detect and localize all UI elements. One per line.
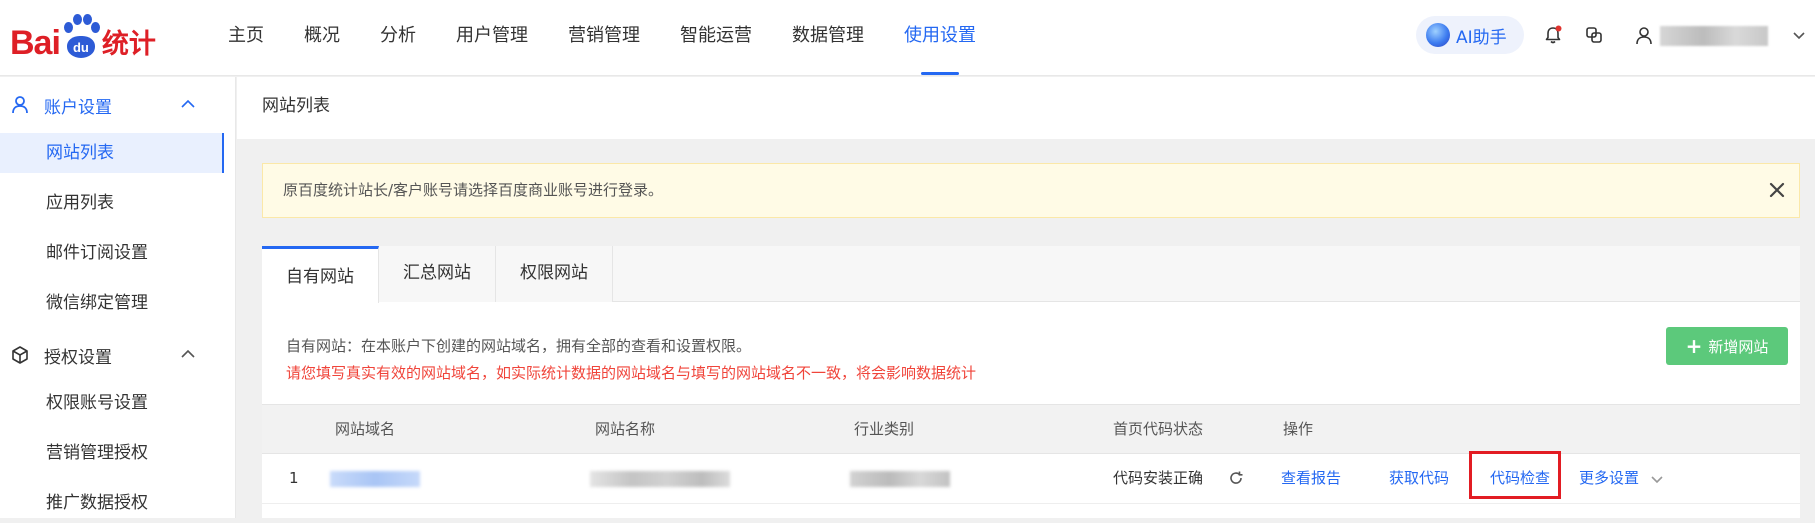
baidu-tongji-logo[interactable]: Bai du 统计 bbox=[10, 10, 156, 60]
user-icon bbox=[1636, 27, 1652, 45]
column-header-site-name: 网站名称 bbox=[595, 420, 656, 438]
add-site-label: 新增网站 bbox=[1708, 337, 1769, 356]
nav-analysis[interactable]: 分析 bbox=[380, 0, 416, 76]
site-domain-redacted[interactable] bbox=[330, 471, 420, 487]
table-row: 1 代码安装正确 查看报告 获取代码 代码检查 更多设置 bbox=[262, 451, 1800, 504]
code-status-text: 代码安装正确 bbox=[1113, 469, 1204, 487]
nav-home[interactable]: 主页 bbox=[228, 0, 264, 76]
sidebar-group-account-settings[interactable]: 账户设置 bbox=[0, 81, 236, 129]
logo-du-text: du bbox=[66, 36, 95, 58]
main-nav: 主页 概况 分析 用户管理 营销管理 智能运营 数据管理 使用设置 bbox=[228, 0, 1016, 76]
sidebar-item-site-list[interactable]: 网站列表 bbox=[0, 133, 224, 173]
chevron-up-icon bbox=[181, 99, 195, 108]
code-check-link[interactable]: 代码检查 bbox=[1490, 454, 1550, 502]
site-list-card: 自有网站 汇总网站 权限网站 自有网站：在本账户下创建的网站域名，拥有全部的查看… bbox=[262, 246, 1800, 518]
nav-user-management[interactable]: 用户管理 bbox=[456, 0, 528, 76]
column-header-code-status: 首页代码状态 bbox=[1113, 420, 1204, 438]
page-title: 网站列表 bbox=[262, 96, 330, 116]
breadcrumb: 网站列表 bbox=[237, 77, 1815, 139]
plus-icon: + bbox=[1685, 334, 1703, 358]
more-settings-link[interactable]: 更多设置 bbox=[1579, 454, 1639, 502]
chevron-down-icon bbox=[1793, 32, 1805, 40]
username-redacted bbox=[1660, 26, 1768, 46]
logo-bai-text: Bai bbox=[10, 24, 61, 62]
sidebar-group-authorization-settings[interactable]: 授权设置 bbox=[0, 331, 236, 379]
refresh-icon[interactable] bbox=[1228, 470, 1244, 486]
tab-summary-sites[interactable]: 汇总网站 bbox=[379, 246, 496, 302]
nav-marketing-management[interactable]: 营销管理 bbox=[568, 0, 640, 76]
table-header: 网站域名 网站名称 行业类别 首页代码状态 操作 bbox=[262, 404, 1800, 454]
sidebar-item-email-subscription[interactable]: 邮件订阅设置 bbox=[0, 233, 224, 273]
login-notice-banner: 原百度统计站长/客户账号请选择百度商业账号进行登录。 bbox=[262, 163, 1800, 218]
ai-assistant-label: AI助手 bbox=[1456, 27, 1507, 48]
site-category-redacted bbox=[850, 471, 950, 487]
close-icon[interactable] bbox=[1767, 180, 1787, 200]
row-index: 1 bbox=[289, 469, 299, 487]
nav-overview[interactable]: 概况 bbox=[304, 0, 340, 76]
chevron-down-icon[interactable] bbox=[1650, 475, 1664, 485]
top-navigation-bar: Bai du 统计 主页 概况 分析 用户管理 营销管理 智能运营 数据管理 使… bbox=[0, 0, 1815, 76]
column-header-domain: 网站域名 bbox=[335, 420, 396, 438]
notice-text: 原百度统计站长/客户账号请选择百度商业账号进行登录。 bbox=[283, 181, 664, 199]
sidebar-item-app-list[interactable]: 应用列表 bbox=[0, 183, 224, 223]
domain-warning-text: 请您填写真实有效的网站域名，如实际统计数据的网站域名与填写的网站域名不一致，将会… bbox=[286, 364, 977, 382]
chevron-up-icon bbox=[181, 349, 195, 358]
ai-assistant-button[interactable]: AI助手 bbox=[1416, 16, 1524, 54]
add-site-button[interactable]: + 新增网站 bbox=[1666, 327, 1788, 365]
sidebar: 账户设置 网站列表 应用列表 邮件订阅设置 微信绑定管理 授权设置 权限账号设置… bbox=[0, 77, 236, 518]
site-tabs: 自有网站 汇总网站 权限网站 bbox=[262, 246, 1800, 303]
nav-data-management[interactable]: 数据管理 bbox=[792, 0, 864, 76]
paw-icon: du bbox=[62, 14, 100, 60]
notification-bell-icon[interactable] bbox=[1540, 22, 1566, 48]
user-icon bbox=[12, 96, 28, 114]
column-header-actions: 操作 bbox=[1283, 420, 1314, 438]
view-report-link[interactable]: 查看报告 bbox=[1281, 454, 1341, 502]
logo-tongji-text: 统计 bbox=[101, 29, 156, 60]
tab-own-sites[interactable]: 自有网站 bbox=[262, 246, 379, 303]
column-header-industry: 行业类别 bbox=[854, 420, 915, 438]
sidebar-item-permission-accounts[interactable]: 权限账号设置 bbox=[0, 383, 224, 423]
nav-smart-operations[interactable]: 智能运营 bbox=[680, 0, 752, 76]
cube-icon bbox=[12, 346, 28, 364]
user-menu[interactable] bbox=[1636, 22, 1806, 50]
sidebar-group-label: 账户设置 bbox=[44, 97, 112, 118]
ai-orb-icon bbox=[1426, 23, 1450, 47]
nav-usage-settings[interactable]: 使用设置 bbox=[904, 0, 976, 76]
site-name-redacted bbox=[590, 471, 730, 487]
own-sites-description: 自有网站：在本账户下创建的网站域名，拥有全部的查看和设置权限。 bbox=[286, 337, 752, 355]
sidebar-group-label: 授权设置 bbox=[44, 347, 112, 368]
get-code-link[interactable]: 获取代码 bbox=[1389, 454, 1449, 502]
sidebar-item-wechat-binding[interactable]: 微信绑定管理 bbox=[0, 283, 224, 323]
sidebar-item-promotion-data-authorization[interactable]: 推广数据授权 bbox=[0, 483, 224, 523]
tab-permission-sites[interactable]: 权限网站 bbox=[496, 246, 613, 302]
sidebar-item-marketing-authorization[interactable]: 营销管理授权 bbox=[0, 433, 224, 473]
switch-account-icon[interactable] bbox=[1581, 22, 1607, 48]
